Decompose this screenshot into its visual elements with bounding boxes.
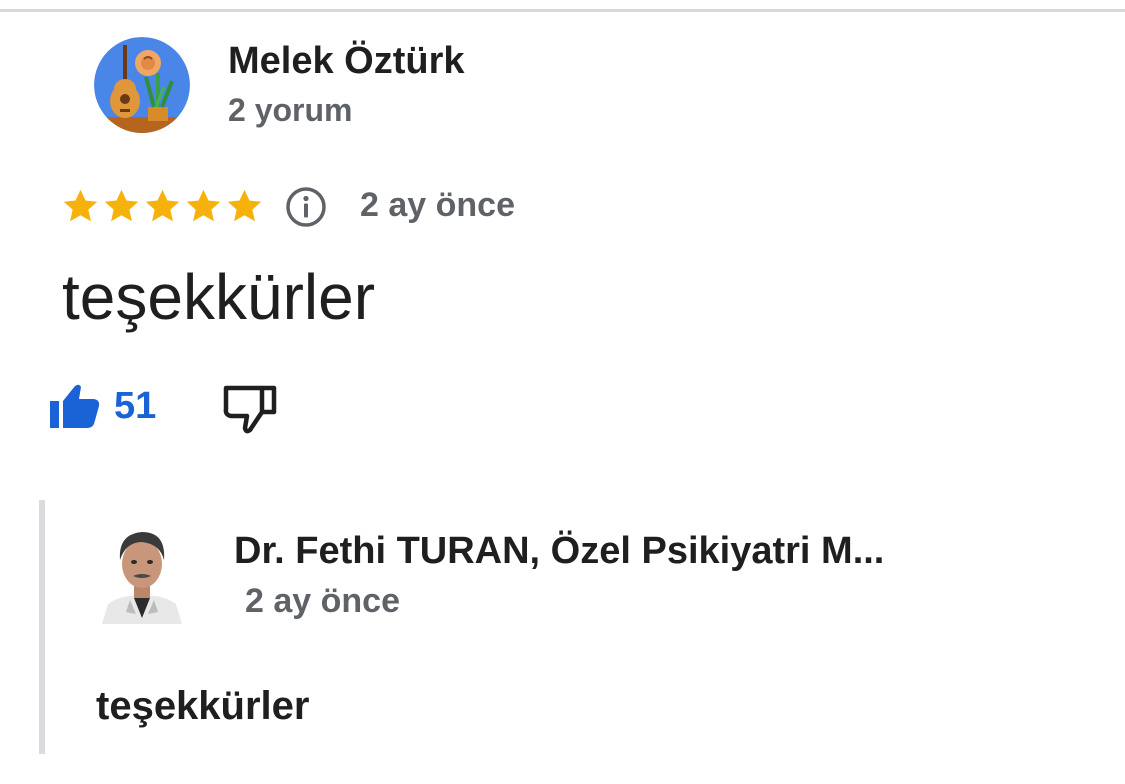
guitar-plant-avatar-icon [94, 37, 190, 133]
reply-indent-bar [39, 500, 45, 754]
star-icon [227, 189, 262, 221]
reviewer-review-count: 2 yorum [228, 92, 353, 128]
star-icon [186, 189, 221, 221]
like-count: 51 [114, 384, 157, 427]
doctor-photo-avatar-icon [100, 520, 184, 624]
owner-name[interactable]: Dr. Fethi TURAN, Özel Psikiyatri M... [234, 530, 884, 573]
reviewer-name[interactable]: Melek Öztürk [228, 40, 465, 83]
info-icon[interactable] [284, 185, 328, 229]
star-icon [145, 189, 180, 221]
review-date: 2 ay önce [360, 186, 515, 224]
reviewer-avatar[interactable] [94, 37, 190, 133]
top-divider [0, 9, 1125, 12]
star-icon [63, 189, 98, 221]
review-text: teşekkürler [62, 261, 375, 333]
owner-reply-text: teşekkürler [96, 684, 310, 728]
like-button[interactable]: 51 [38, 372, 162, 440]
star-rating [60, 184, 265, 228]
owner-reply-date: 2 ay önce [245, 582, 400, 620]
thumbs-down-icon [223, 385, 277, 434]
star-icon [104, 189, 139, 221]
thumbs-up-icon [50, 384, 100, 428]
owner-avatar[interactable] [100, 520, 184, 624]
dislike-button[interactable] [218, 378, 282, 438]
